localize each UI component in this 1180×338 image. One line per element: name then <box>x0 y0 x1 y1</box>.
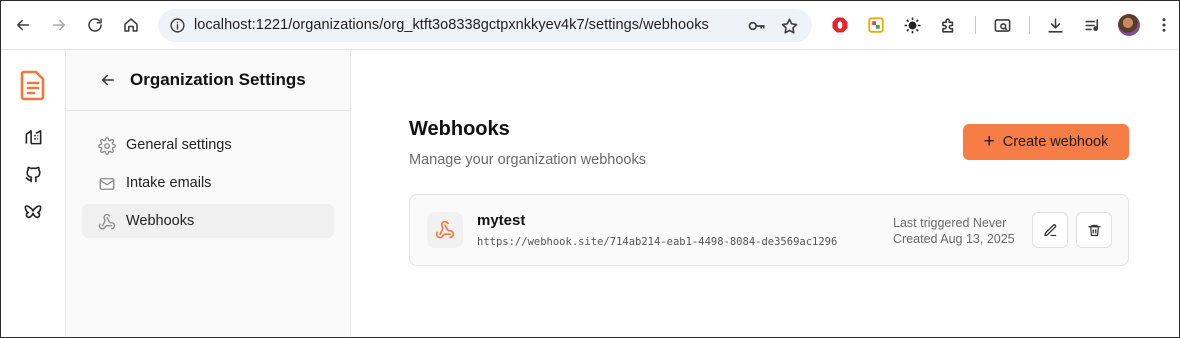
browser-window: localhost:1221/organizations/org_ktft3o8… <box>0 0 1180 338</box>
reload-icon[interactable] <box>81 11 109 39</box>
create-webhook-label: Create webhook <box>1002 134 1109 150</box>
menu-kebab-icon[interactable] <box>1153 14 1175 36</box>
bookmark-star-icon[interactable] <box>778 15 800 37</box>
butterfly-icon[interactable] <box>22 201 44 223</box>
url-text[interactable]: localhost:1221/organizations/org_ktft3o8… <box>194 17 709 33</box>
nav-label: General settings <box>126 137 232 153</box>
home-icon[interactable] <box>117 11 145 39</box>
nav-item-intake-emails[interactable]: Intake emails <box>82 166 334 200</box>
webhook-icon <box>97 212 116 231</box>
downloads-icon[interactable] <box>1044 14 1066 36</box>
mail-icon <box>97 174 116 193</box>
nav-item-webhooks[interactable]: Webhooks <box>82 204 334 238</box>
created-date-text: Created Aug 13, 2025 <box>893 232 1015 246</box>
page-title: Webhooks <box>409 118 510 140</box>
organization-icon[interactable] <box>22 125 44 147</box>
create-webhook-button[interactable]: + Create webhook <box>963 124 1129 160</box>
nav-label: Webhooks <box>126 213 195 229</box>
page-subtitle: Manage your organization webhooks <box>409 152 646 168</box>
forward-icon[interactable] <box>45 11 73 39</box>
color-picker-extension-icon[interactable] <box>865 14 887 36</box>
pencil-icon <box>1043 223 1056 236</box>
webhook-meta: Last triggered Never Created Aug 13, 202… <box>893 215 1015 247</box>
tab-search-icon[interactable] <box>991 14 1013 36</box>
back-icon[interactable] <box>9 11 37 39</box>
browser-toolbar: localhost:1221/organizations/org_ktft3o8… <box>1 1 1179 50</box>
nav-label: Intake emails <box>126 175 212 191</box>
site-info-icon[interactable] <box>164 12 190 38</box>
toolbar-divider <box>975 16 976 34</box>
main-content: Webhooks Manage your organization webhoo… <box>351 50 1179 337</box>
settings-sidebar: Organization Settings General settings I… <box>66 50 351 337</box>
extensions-puzzle-icon[interactable] <box>937 14 959 36</box>
gear-icon <box>97 136 116 155</box>
profile-avatar[interactable] <box>1118 14 1140 36</box>
media-controls-icon[interactable] <box>1081 14 1103 36</box>
webhook-card: mytest https://webhook.site/714ab214-eab… <box>409 194 1129 266</box>
plus-icon: + <box>983 130 995 152</box>
nav-item-general-settings[interactable]: General settings <box>82 128 334 162</box>
back-arrow-icon[interactable] <box>96 68 120 92</box>
settings-header: Organization Settings <box>66 50 350 111</box>
webhook-icon <box>427 212 463 248</box>
last-triggered-text: Last triggered Never <box>893 216 1007 230</box>
delete-webhook-button[interactable] <box>1076 212 1112 248</box>
app-rail <box>2 50 66 337</box>
adblock-extension-icon[interactable] <box>829 14 851 36</box>
github-icon[interactable] <box>22 163 44 185</box>
trash-icon <box>1087 224 1101 236</box>
sun-extension-icon[interactable] <box>901 14 923 36</box>
app-logo-icon[interactable] <box>19 68 47 102</box>
settings-title: Organization Settings <box>130 70 306 89</box>
webhook-url: https://webhook.site/714ab214-eab1-4498-… <box>477 236 838 248</box>
password-key-icon[interactable] <box>746 15 768 37</box>
address-bar[interactable]: localhost:1221/organizations/org_ktft3o8… <box>158 9 812 42</box>
toolbar-divider <box>1029 16 1030 34</box>
edit-webhook-button[interactable] <box>1032 212 1068 248</box>
webhook-name: mytest <box>477 212 526 229</box>
